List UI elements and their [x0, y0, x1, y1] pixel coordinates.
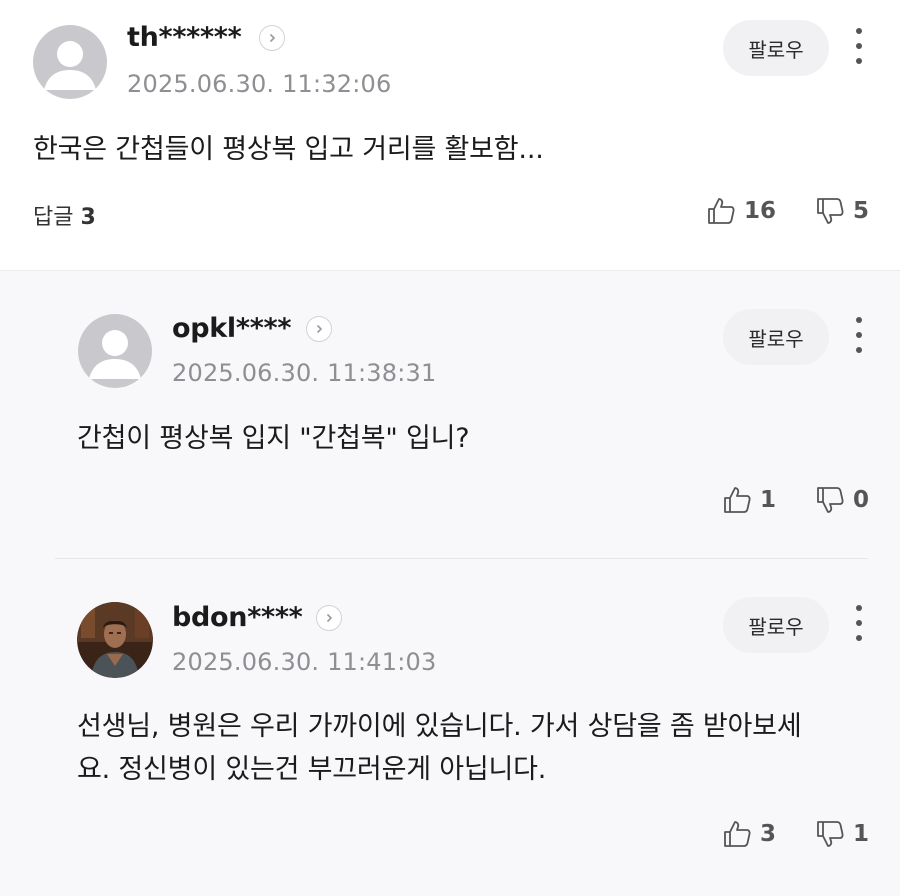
timestamp: 2025.06.30. 11:32:06: [127, 70, 392, 98]
thumbs-up-icon: [724, 821, 751, 847]
chevron-right-icon[interactable]: [259, 25, 285, 51]
reply-count-button[interactable]: 답글 3: [33, 199, 96, 231]
timestamp: 2025.06.30. 11:38:31: [172, 359, 437, 387]
like-button[interactable]: 1: [722, 485, 776, 515]
username[interactable]: th******: [127, 22, 242, 53]
follow-button[interactable]: 팔로우: [723, 597, 829, 653]
reply-label: 답글: [33, 205, 74, 230]
timestamp: 2025.06.30. 11:41:03: [172, 648, 437, 676]
username[interactable]: bdon****: [172, 602, 303, 633]
username[interactable]: opkl****: [172, 313, 291, 344]
follow-button[interactable]: 팔로우: [723, 309, 829, 365]
dislike-count: 1: [853, 821, 870, 847]
dislike-count: 0: [853, 487, 870, 513]
default-avatar-icon[interactable]: [77, 313, 153, 389]
default-avatar-icon[interactable]: [32, 24, 108, 100]
follow-button[interactable]: 팔로우: [723, 20, 829, 76]
more-vertical-icon[interactable]: [849, 605, 869, 641]
reply: opkl**** 2025.06.30. 11:38:31 팔로우 간첩이 평상…: [0, 271, 900, 559]
thumbs-down-icon: [817, 487, 844, 513]
more-vertical-icon[interactable]: [849, 28, 869, 64]
chevron-right-icon[interactable]: [316, 605, 342, 631]
reply: bdon**** 2025.06.30. 11:41:03 팔로우 선생님, 병…: [0, 559, 900, 896]
comment-text: 선생님, 병원은 우리 가까이에 있습니다. 가서 상담을 좀 받아보세요. 정…: [77, 711, 802, 785]
comment: th****** 2025.06.30. 11:32:06 팔로우 한국은 간첩…: [0, 0, 900, 270]
user-photo-avatar[interactable]: [77, 602, 153, 678]
like-count: 1: [760, 487, 777, 513]
comment-text: 간첩이 평상복 입지 "간첩복" 입니?: [77, 423, 470, 454]
dislike-button[interactable]: 1: [815, 819, 869, 849]
more-vertical-icon[interactable]: [849, 317, 869, 353]
dislike-count: 5: [853, 198, 870, 224]
thumbs-up-icon: [724, 487, 751, 513]
reply-count: 3: [80, 205, 96, 230]
like-count: 16: [744, 198, 777, 224]
thumbs-down-icon: [817, 198, 844, 224]
chevron-right-icon[interactable]: [306, 316, 332, 342]
dislike-button[interactable]: 0: [815, 485, 869, 515]
like-button[interactable]: 3: [722, 819, 776, 849]
replies-section: opkl**** 2025.06.30. 11:38:31 팔로우 간첩이 평상…: [0, 270, 900, 896]
thumbs-down-icon: [817, 821, 844, 847]
like-count: 3: [760, 821, 777, 847]
comment-text: 한국은 간첩들이 평상복 입고 거리를 활보함...: [33, 134, 544, 165]
dislike-button[interactable]: 5: [815, 196, 869, 226]
like-button[interactable]: 16: [706, 196, 776, 226]
thumbs-up-icon: [708, 198, 735, 224]
